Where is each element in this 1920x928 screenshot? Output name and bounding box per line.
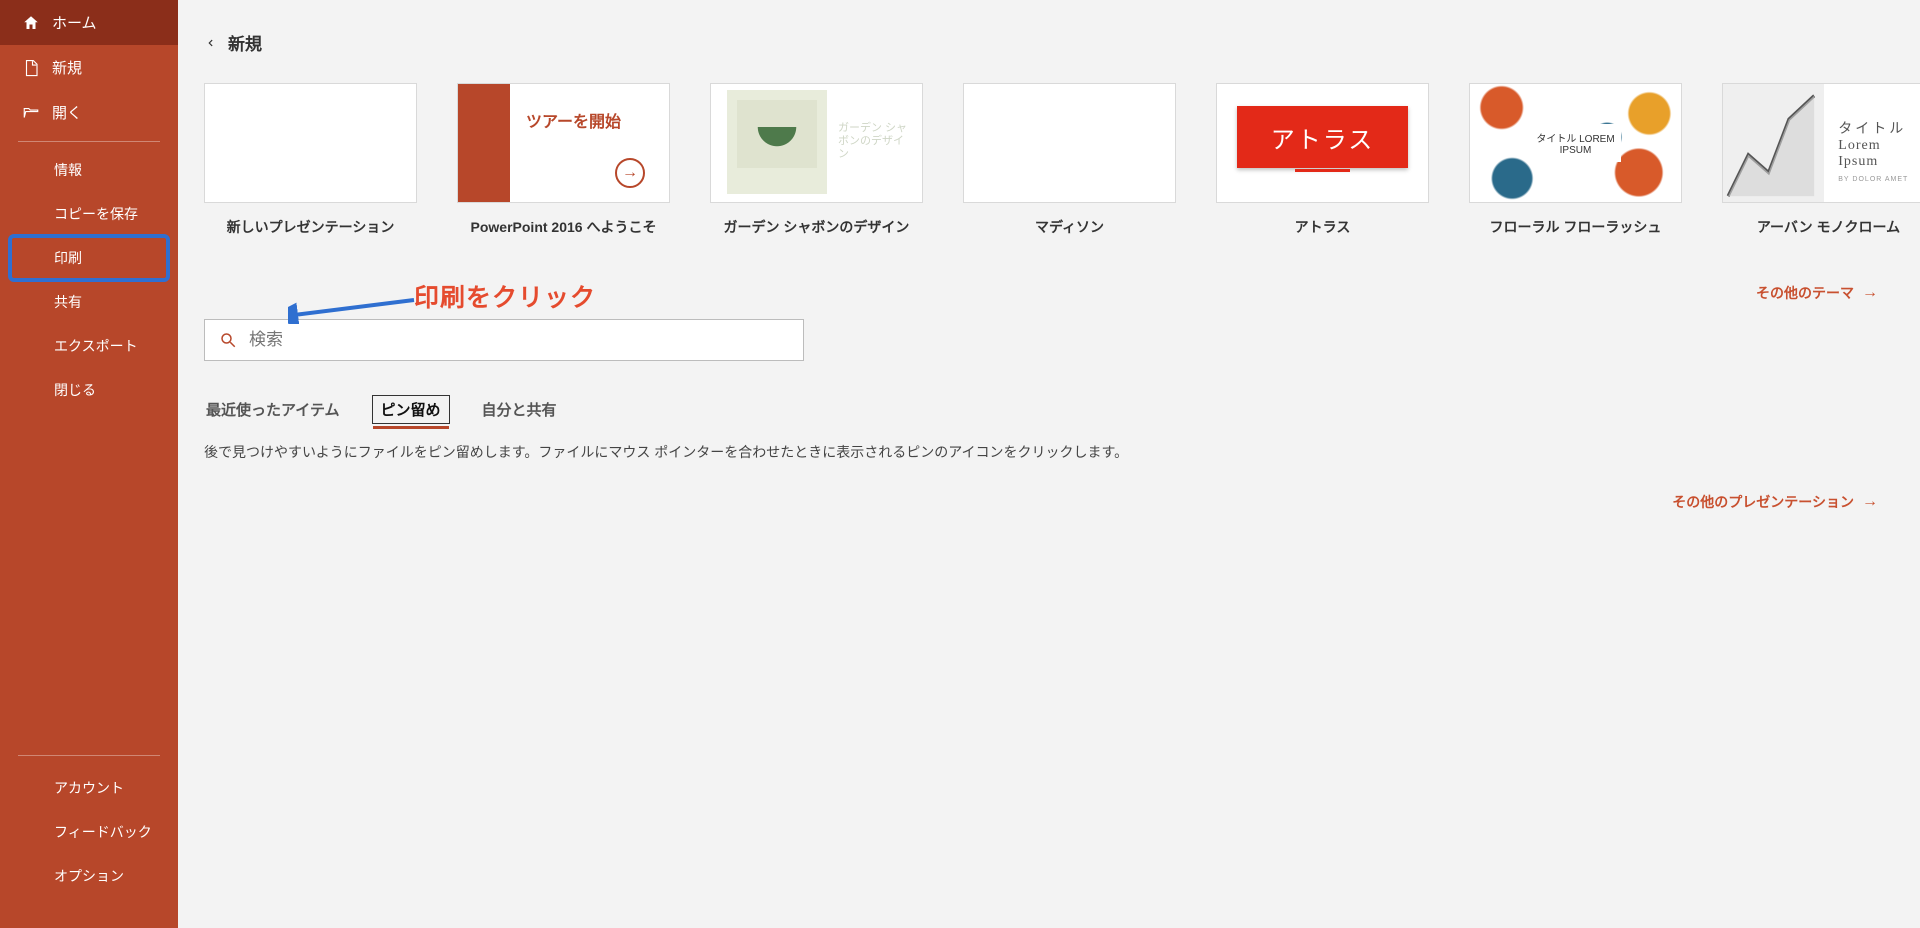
new-file-icon xyxy=(22,59,40,77)
more-themes-link[interactable]: その他のテーマ → xyxy=(1756,283,1878,303)
sidebar-divider-bottom xyxy=(18,755,160,756)
sidebar-divider xyxy=(18,141,160,142)
template-urban[interactable]: タイトル Lorem Ipsum BY DOLOR AMET アーバン モノクロ… xyxy=(1722,83,1920,237)
search-icon xyxy=(219,331,237,349)
arrow-right-icon: → xyxy=(1862,284,1878,302)
template-caption: PowerPoint 2016 へようこそ xyxy=(457,217,670,237)
template-caption: 新しいプレゼンテーション xyxy=(204,217,417,237)
sidebar-item-feedback[interactable]: フィードバック xyxy=(0,810,178,854)
template-caption: フローラル フローラッシュ xyxy=(1469,217,1682,237)
sidebar-item-print[interactable]: 印刷 xyxy=(10,236,168,280)
sidebar-label-new: 新規 xyxy=(52,57,82,78)
template-gallery: 新しいプレゼンテーション ツアーを開始 → PowerPoint 2016 へよ… xyxy=(204,83,1918,237)
template-thumb: タイトル Lorem Ipsum BY DOLOR AMET xyxy=(1722,83,1920,203)
sidebar-item-share[interactable]: 共有 xyxy=(0,280,178,324)
tab-shared[interactable]: 自分と共有 xyxy=(480,395,559,424)
template-caption: マディソン xyxy=(963,217,1176,237)
sidebar-bottom-group: アカウント フィードバック オプション xyxy=(0,749,178,928)
search-bar[interactable] xyxy=(204,319,804,361)
sidebar-item-account[interactable]: アカウント xyxy=(0,766,178,810)
template-welcome[interactable]: ツアーを開始 → PowerPoint 2016 へようこそ xyxy=(457,83,670,237)
template-thumb: マディソン xyxy=(963,83,1176,203)
chevron-down-icon xyxy=(204,36,218,50)
arrow-right-icon: → xyxy=(1862,493,1878,511)
template-thumb xyxy=(204,83,417,203)
template-madison[interactable]: マディソン マディソン xyxy=(963,83,1176,237)
sidebar-label-home: ホーム xyxy=(52,12,97,33)
more-presentations-link[interactable]: その他のプレゼンテーション → xyxy=(1672,492,1878,512)
sidebar-item-open[interactable]: 開く xyxy=(0,90,178,135)
sidebar-item-new[interactable]: 新規 xyxy=(0,45,178,90)
template-thumb: タイトル LOREM IPSUM xyxy=(1469,83,1682,203)
arrow-right-icon: → xyxy=(615,158,645,188)
backstage-sidebar: ホーム 新規 開く 情報 コピーを保存 印刷 共有 エクスポート 閉じる xyxy=(0,0,178,928)
sidebar-label-open: 開く xyxy=(52,102,82,123)
template-thumb: アトラス xyxy=(1216,83,1429,203)
sidebar-item-close[interactable]: 閉じる xyxy=(0,368,178,412)
tab-pinned[interactable]: ピン留め xyxy=(372,395,450,424)
template-garden[interactable]: ガーデン シャボンのデザイン ガーデン シャボンのデザイン xyxy=(710,83,923,237)
recent-tabs: 最近使ったアイテム ピン留め 自分と共有 xyxy=(204,395,1918,424)
template-caption: アトラス xyxy=(1216,217,1429,237)
sidebar-item-info[interactable]: 情報 xyxy=(0,148,178,192)
section-new[interactable]: 新規 xyxy=(204,30,1918,55)
sidebar-item-options[interactable]: オプション xyxy=(0,854,178,898)
main-pane: 印刷をクリック 新規 新しいプレゼンテーション ツアーを開始 → xyxy=(178,0,1920,928)
open-folder-icon xyxy=(22,104,40,122)
sidebar-item-export[interactable]: エクスポート xyxy=(0,324,178,368)
template-caption: アーバン モノクローム xyxy=(1722,217,1920,237)
home-icon xyxy=(22,14,40,32)
sidebar-item-home[interactable]: ホーム xyxy=(0,0,178,45)
template-atlas[interactable]: アトラス アトラス xyxy=(1216,83,1429,237)
sidebar-item-save-copy[interactable]: コピーを保存 xyxy=(0,192,178,236)
tab-recent[interactable]: 最近使ったアイテム xyxy=(204,395,342,424)
search-input[interactable] xyxy=(249,330,789,350)
template-thumb: ガーデン シャボンのデザイン xyxy=(710,83,923,203)
template-floral[interactable]: タイトル LOREM IPSUM フローラル フローラッシュ xyxy=(1469,83,1682,237)
template-blank[interactable]: 新しいプレゼンテーション xyxy=(204,83,417,237)
template-caption: ガーデン シャボンのデザイン xyxy=(710,217,923,237)
template-thumb: ツアーを開始 → xyxy=(457,83,670,203)
section-new-label: 新規 xyxy=(228,30,262,55)
pinned-hint-text: 後で見つけやすいようにファイルをピン留めします。ファイルにマウス ポインターを合… xyxy=(204,442,1918,462)
